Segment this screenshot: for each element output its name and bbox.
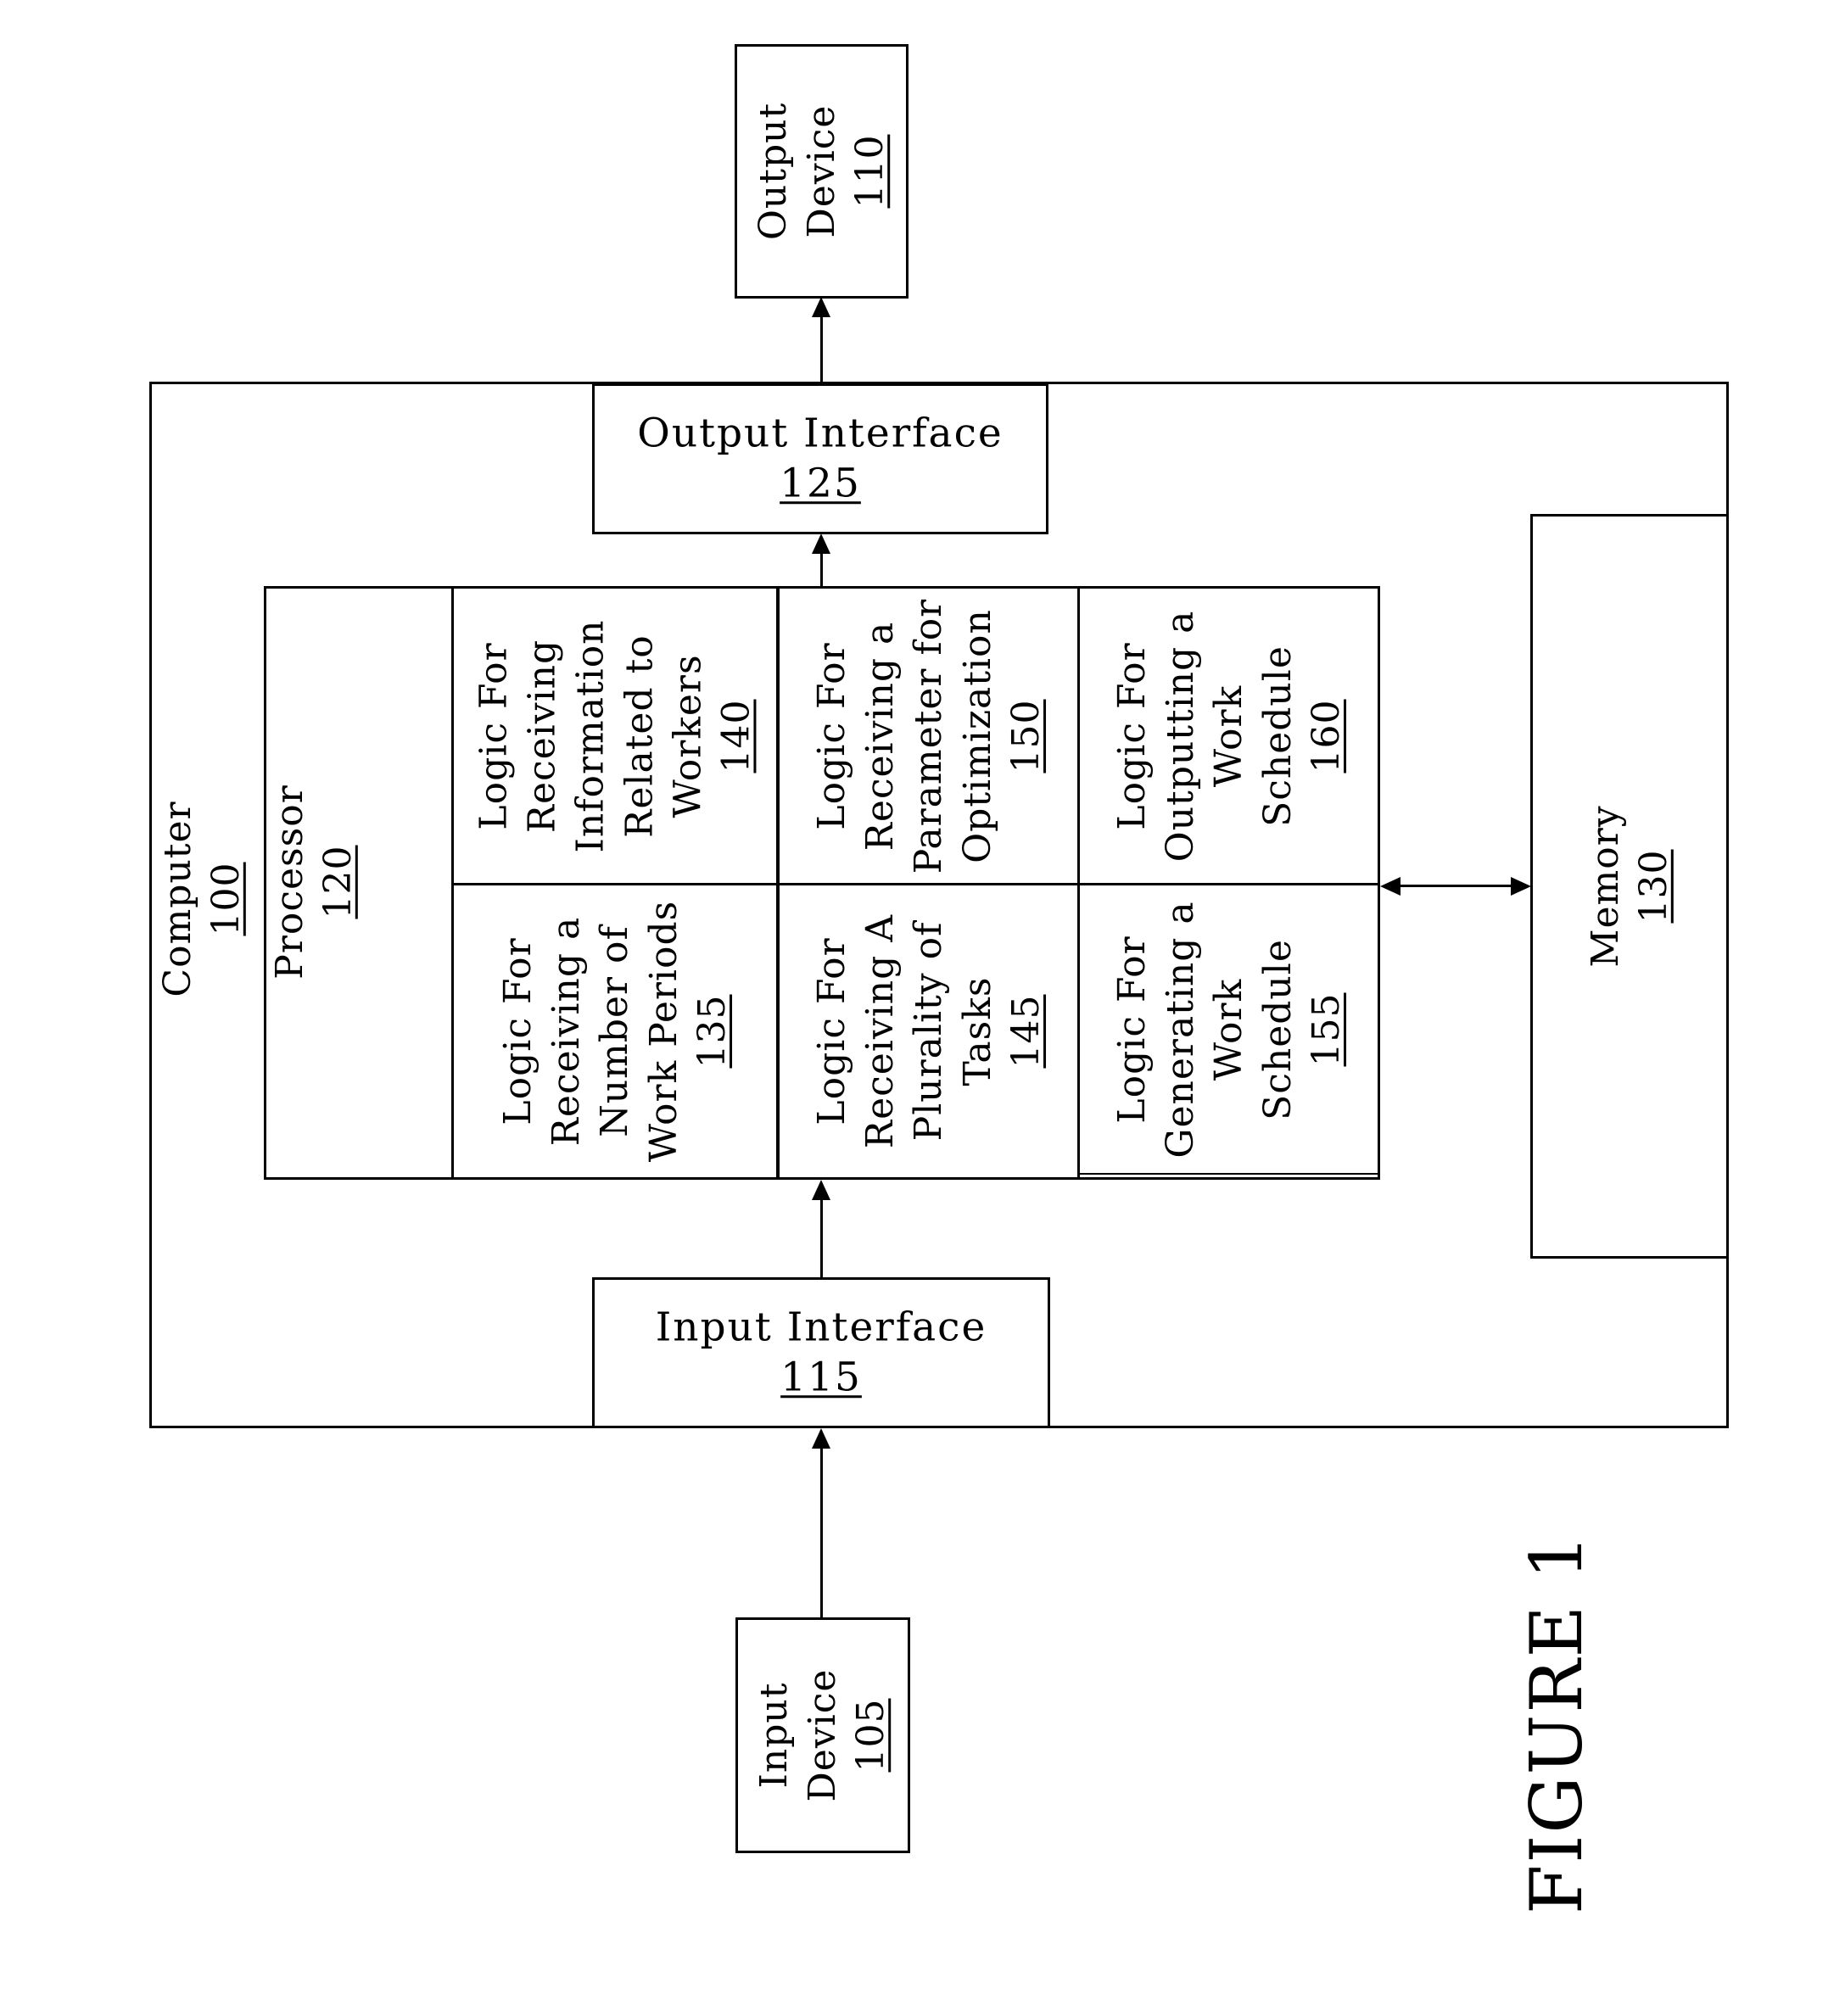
logic-cell-135: Logic For Receiving a Number of Work Per… <box>454 885 776 1177</box>
memory-ref: 130 <box>1632 849 1675 924</box>
logic-155-ref: 155 <box>1304 992 1348 1067</box>
logic-150-line: Logic For <box>809 641 853 830</box>
logic-140-line: Logic For <box>472 641 516 830</box>
output-device-label: Output Device 110 <box>749 103 895 240</box>
arrow-head-left-icon <box>1380 877 1401 896</box>
logic-150-line: Parameter for <box>906 598 950 874</box>
output-interface-ref: 125 <box>780 460 861 506</box>
logic-155-line: Generating a <box>1158 901 1202 1159</box>
logic-155-double-bottom-line <box>1080 1173 1378 1175</box>
logic-135-line: Number of <box>593 925 637 1137</box>
input-device-label: Input Device 105 <box>750 1669 896 1802</box>
logic-145-ref: 145 <box>1004 994 1048 1069</box>
memory-line-1: Memory <box>1583 805 1627 968</box>
output-device-ref: 110 <box>848 134 892 209</box>
logic-145-line: Plurality of <box>906 921 950 1142</box>
processor-line-1: Processor <box>267 785 311 980</box>
logic-140-ref: 140 <box>714 699 758 773</box>
computer-ref: 100 <box>204 862 248 936</box>
logic-140-line: Receiving <box>520 639 564 833</box>
logic-140-line: Workers <box>666 653 710 818</box>
logic-160-line: Logic For <box>1110 641 1154 830</box>
computer-label: Computer 100 <box>155 789 247 1009</box>
arrow-head-icon <box>812 297 830 317</box>
logic-135-line: Logic For <box>496 937 540 1125</box>
connector-input-device-to-input-interface <box>820 1446 823 1618</box>
logic-cell-160: Logic For Outputting a Work Schedule 160 <box>1080 589 1378 883</box>
logic-155-line: Work <box>1206 978 1250 1081</box>
logic-155-line: Schedule <box>1255 939 1300 1120</box>
logic-cell-145: Logic For Receiving A Plurality of Tasks… <box>780 885 1077 1177</box>
input-interface-box: Input Interface 115 <box>592 1277 1050 1428</box>
logic-160-line: Schedule <box>1255 645 1300 827</box>
logic-cell-150: Logic For Receiving a Parameter for Opti… <box>780 589 1077 883</box>
logic-150-ref: 150 <box>1004 699 1048 773</box>
processor-label: Processor 120 <box>268 772 360 992</box>
figure-caption-text: FIGURE 1 <box>1515 1532 1598 1915</box>
logic-140-line: Related to <box>618 634 661 838</box>
logic-135-line: Receiving a <box>545 916 589 1147</box>
logic-135-line: Work Periods <box>641 900 685 1163</box>
logic-cell-155: Logic For Generating a Work Schedule 155 <box>1080 885 1378 1174</box>
input-device-box: Input Device 105 <box>735 1617 910 1853</box>
figure-caption: FIGURE 1 <box>1515 1533 1598 1914</box>
input-device-line-2: Device <box>801 1668 845 1802</box>
logic-140-line: Information <box>568 618 612 853</box>
connector-output-interface-to-output-device <box>820 314 823 385</box>
connector-input-interface-to-processor <box>820 1196 823 1278</box>
arrow-head-icon <box>812 533 830 554</box>
output-interface-label: Output Interface 125 <box>595 409 1046 509</box>
processor-ref: 120 <box>316 845 360 919</box>
logic-cell-140: Logic For Receiving Information Related … <box>454 589 776 883</box>
output-device-box: Output Device 110 <box>735 44 909 299</box>
input-interface-label: Input Interface 115 <box>595 1303 1048 1403</box>
computer-line-1: Computer <box>155 801 199 997</box>
logic-160-line: Work <box>1206 684 1250 787</box>
memory-box: Memory 130 <box>1530 514 1729 1259</box>
connector-processor-memory <box>1395 885 1514 887</box>
logic-150-line: Optimization <box>955 608 999 863</box>
output-interface-box: Output Interface 125 <box>592 383 1048 534</box>
connector-processor-to-output-interface <box>820 551 823 587</box>
arrow-head-icon <box>812 1180 830 1200</box>
logic-160-line: Outputting a <box>1158 610 1202 862</box>
input-interface-ref: 115 <box>780 1354 862 1400</box>
logic-145-line: Receiving A <box>858 913 902 1149</box>
logic-145-line: Logic For <box>809 937 853 1125</box>
output-device-line-1: Output <box>751 102 795 241</box>
arrow-head-right-icon <box>1511 877 1531 896</box>
logic-145-line: Tasks <box>955 976 999 1086</box>
input-interface-line-1: Input Interface <box>655 1304 987 1351</box>
logic-135-ref: 135 <box>690 994 734 1069</box>
output-interface-line-1: Output Interface <box>637 410 1004 457</box>
input-device-ref: 105 <box>849 1698 893 1773</box>
output-device-line-2: Device <box>799 104 843 238</box>
input-device-line-1: Input <box>752 1682 797 1789</box>
logic-155-line: Logic For <box>1110 935 1154 1124</box>
memory-label: Memory 130 <box>1581 805 1678 967</box>
arrow-head-icon <box>812 1428 830 1449</box>
logic-150-line: Receiving a <box>858 621 902 851</box>
logic-160-ref: 160 <box>1304 699 1348 773</box>
